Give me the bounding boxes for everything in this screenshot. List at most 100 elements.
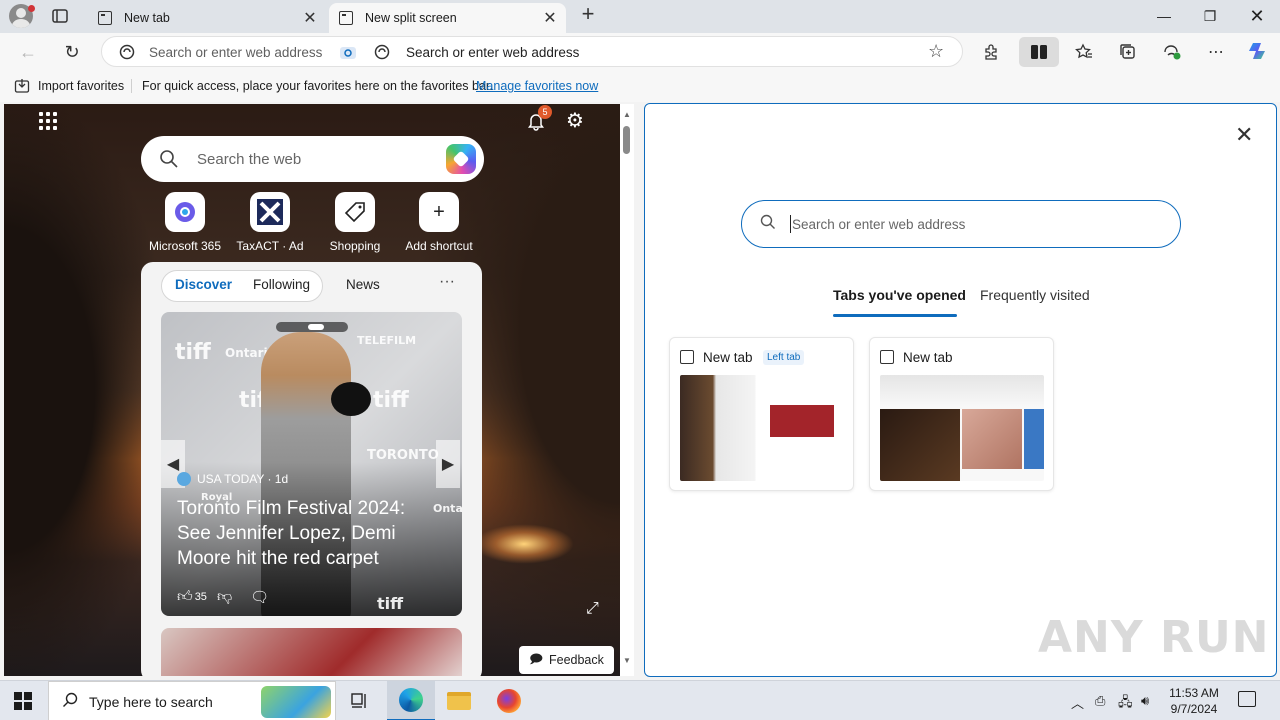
- clock-time: 11:53 AM: [1169, 686, 1219, 700]
- system-clock[interactable]: 11:53 AM 9/7/2024: [1162, 685, 1226, 717]
- import-favorites-button[interactable]: Import favorites: [14, 78, 124, 94]
- browser-essentials-icon[interactable]: [1162, 42, 1182, 62]
- shortcut-label: Microsoft 365: [148, 239, 222, 253]
- copilot-icon[interactable]: [1247, 40, 1269, 62]
- tab-new-split-screen[interactable]: New split screen ✕: [329, 3, 566, 33]
- web-search-placeholder: Search the web: [197, 151, 302, 168]
- address-placeholder-right: Search or enter web address: [406, 45, 580, 60]
- address-placeholder-left: Search or enter web address: [149, 45, 323, 60]
- taskbar-edge[interactable]: [387, 681, 435, 720]
- show-hidden-icons-icon[interactable]: ︿: [1071, 693, 1084, 712]
- notification-center-icon[interactable]: [1238, 691, 1256, 707]
- taxact-icon: [250, 192, 290, 232]
- plus-icon: +: [419, 192, 459, 232]
- shortcut-label: Shopping: [329, 239, 381, 253]
- feedback-icon: 🗩︎: [529, 651, 543, 666]
- favorites-hint-text: For quick access, place your favorites h…: [142, 79, 493, 93]
- story-reactions: 👍︎ 35 👎︎ 🗨︎: [177, 588, 269, 606]
- close-tab-icon[interactable]: ✕: [538, 8, 562, 28]
- opened-tab-card[interactable]: New tab Left tab: [669, 337, 854, 491]
- feedback-button[interactable]: 🗩︎ Feedback: [519, 646, 614, 674]
- opened-tab-card[interactable]: New tab: [869, 337, 1054, 491]
- dislike-icon[interactable]: 👎︎: [217, 588, 232, 606]
- feedback-label: Feedback: [548, 653, 604, 667]
- shortcut-label: Add shortcut: [405, 239, 473, 253]
- manage-favorites-link[interactable]: Manage favorites now: [476, 79, 598, 93]
- story-headline[interactable]: Toronto Film Festival 2024: See Jennifer…: [177, 496, 437, 571]
- brand-word: tiff: [373, 388, 409, 413]
- scrollbar-thumb[interactable]: [623, 126, 630, 154]
- tab-thumbnail: [880, 375, 1044, 481]
- next-story-card[interactable]: [161, 628, 462, 676]
- thumbnail-art: [770, 405, 834, 437]
- refresh-button[interactable]: ↻: [60, 40, 84, 64]
- tab-actions-button[interactable]: [50, 6, 70, 26]
- firefox-icon: [497, 689, 521, 713]
- shortcut-taxact[interactable]: TaxACT · Ad: [229, 192, 311, 253]
- taskbar-search[interactable]: Type here to search: [48, 681, 336, 720]
- like-icon[interactable]: 👍︎: [177, 588, 193, 606]
- taskbar-firefox[interactable]: [485, 681, 533, 720]
- background-image: [4, 104, 164, 676]
- shortcut-microsoft-365[interactable]: Microsoft 365: [144, 192, 226, 253]
- favorites-icon[interactable]: [1074, 42, 1094, 62]
- expand-icon[interactable]: ⤢: [586, 600, 599, 618]
- profile-alert-dot: [28, 5, 35, 12]
- tab-tabs-youve-opened[interactable]: Tabs you've opened: [833, 287, 966, 303]
- web-search-box[interactable]: Search the web: [141, 136, 484, 182]
- publisher-logo-icon: [177, 472, 191, 486]
- shortcut-shopping[interactable]: Shopping: [314, 192, 396, 253]
- network-icon[interactable]: 🖧︎: [1118, 693, 1133, 715]
- comment-icon[interactable]: 🗨︎: [250, 588, 269, 606]
- anyrun-watermark: ANY RUN: [1038, 612, 1270, 663]
- page-icon: [339, 11, 353, 25]
- carousel-next-button[interactable]: ▶: [436, 440, 460, 488]
- address-bar[interactable]: Search or enter web address Search or en…: [101, 36, 963, 67]
- favorite-star-icon[interactable]: ☆: [928, 41, 944, 62]
- hero-story[interactable]: tiff Ontario TELEFILM tiff tiff TORONTO …: [161, 312, 462, 616]
- tab-strip: New tab ✕ New split screen ✕ + — ❐ ✕: [0, 0, 1280, 33]
- settings-gear-icon[interactable]: ⚙: [566, 108, 584, 133]
- split-screen-link-icon: [340, 47, 356, 59]
- taskbar-file-explorer[interactable]: [435, 681, 483, 720]
- opened-tab-title: New tab: [903, 350, 953, 365]
- shortcut-add[interactable]: + Add shortcut: [398, 192, 480, 253]
- tab-frequently-visited[interactable]: Frequently visited: [980, 287, 1090, 303]
- close-tab-icon[interactable]: ✕: [298, 8, 322, 28]
- tab-news[interactable]: News: [346, 277, 380, 292]
- tab-new-tab[interactable]: New tab ✕: [88, 3, 326, 33]
- close-window-button[interactable]: ✕: [1234, 0, 1280, 32]
- restore-button[interactable]: ❐: [1187, 0, 1233, 32]
- left-pane-scrollbar[interactable]: ▲ ▼: [620, 104, 634, 676]
- search-highlight-icon: [261, 686, 331, 718]
- start-button[interactable]: [14, 692, 32, 710]
- device-icon[interactable]: ⎙: [1095, 693, 1105, 709]
- more-options-icon[interactable]: ···: [439, 273, 455, 291]
- brand-word: TORONTO: [367, 448, 439, 463]
- more-menu-icon[interactable]: ⋯: [1206, 42, 1226, 62]
- tab-label: New tab: [124, 11, 170, 25]
- brand-word: TELEFILM: [357, 334, 417, 347]
- new-tab-button[interactable]: +: [576, 3, 600, 27]
- back-button[interactable]: ←: [16, 40, 40, 64]
- tab-discover[interactable]: Discover: [175, 277, 232, 292]
- close-split-pane-icon[interactable]: ✕: [1235, 122, 1253, 148]
- import-icon: [14, 79, 30, 93]
- collections-icon[interactable]: [1118, 42, 1138, 62]
- tab-following[interactable]: Following: [253, 277, 310, 292]
- split-address-input[interactable]: Search or enter web address: [741, 200, 1181, 248]
- scroll-down-arrow-icon[interactable]: ▼: [623, 656, 631, 665]
- minimize-button[interactable]: —: [1141, 0, 1187, 32]
- dress-bow: [331, 382, 371, 416]
- notification-count-badge: 5: [538, 105, 552, 119]
- app-launcher-icon[interactable]: [39, 112, 57, 130]
- scroll-up-arrow-icon[interactable]: ▲: [623, 110, 631, 119]
- task-view-button[interactable]: [336, 681, 384, 720]
- split-screen-icon: [1031, 45, 1047, 59]
- copilot-icon[interactable]: [446, 144, 476, 174]
- volume-icon[interactable]: 🔊︎: [1141, 693, 1149, 709]
- search-engine-icon: [119, 44, 135, 60]
- split-screen-button[interactable]: [1019, 37, 1059, 67]
- taskbar-search-placeholder: Type here to search: [89, 694, 213, 710]
- extensions-icon[interactable]: [981, 42, 1001, 62]
